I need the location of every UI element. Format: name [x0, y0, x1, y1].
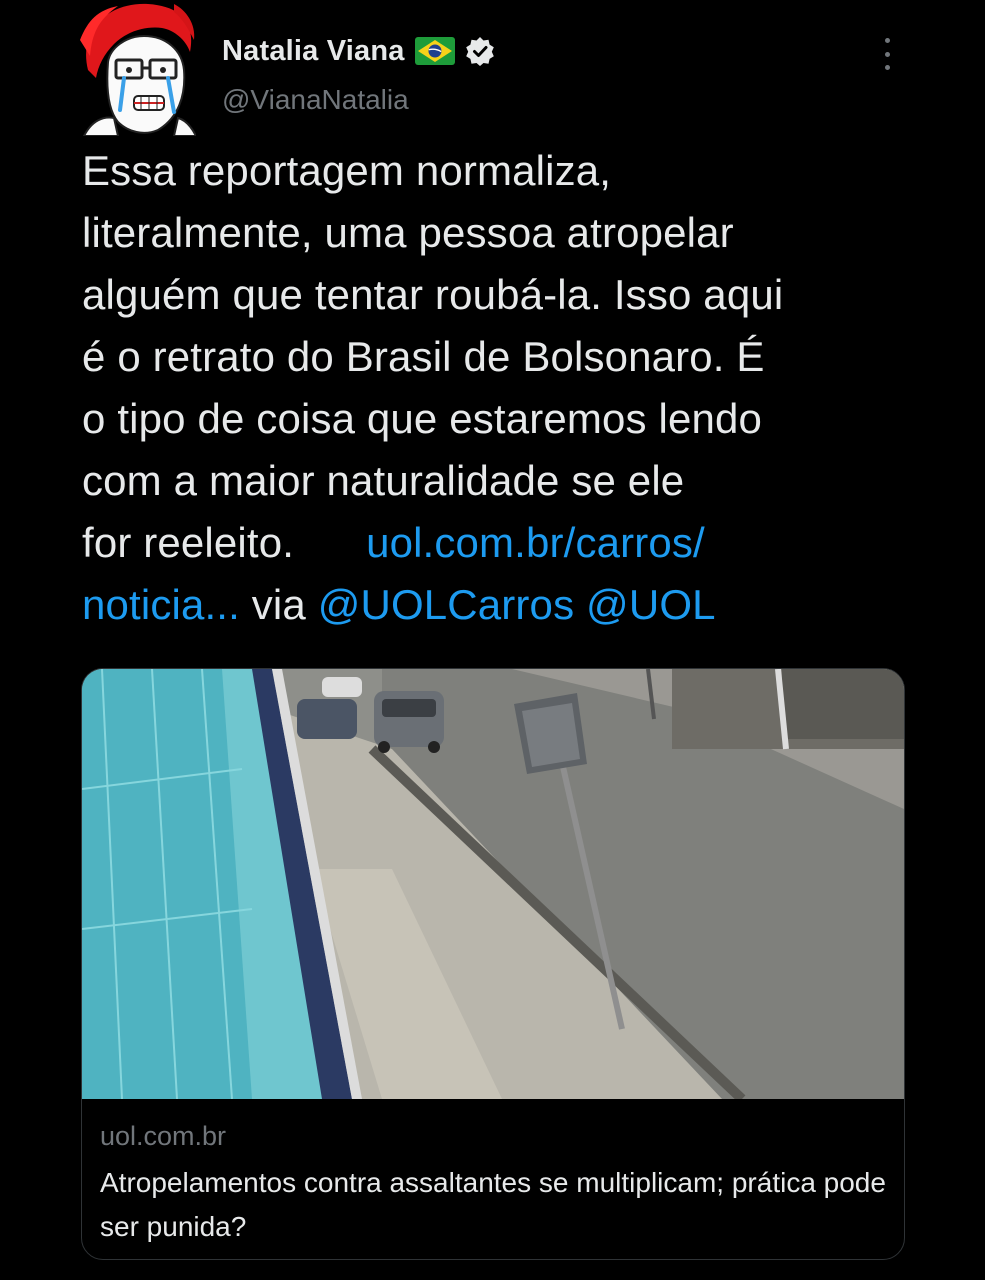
mention-uolcarros[interactable]: @UOLCarros — [318, 581, 575, 628]
avatar[interactable] — [78, 0, 196, 136]
tweet-line: literalmente, uma pessoa atropelar — [82, 209, 734, 256]
link-preview-card[interactable]: uol.com.br Atropelamentos contra assalta… — [81, 668, 905, 1260]
via-text: via — [239, 581, 318, 628]
street-cctv-photo — [82, 669, 904, 1099]
tweet-line: é o retrato do Brasil de Bolsonaro. É — [82, 333, 765, 380]
article-link[interactable]: uol.com.br/carros/ — [366, 519, 705, 566]
card-domain: uol.com.br — [100, 1121, 227, 1151]
author-name-row[interactable]: Natalia Viana — [222, 30, 495, 72]
more-options-icon[interactable] — [872, 36, 902, 72]
card-title: Atropelamentos contra assaltantes se mul… — [100, 1167, 886, 1242]
tweet-line: Essa reportagem normaliza, — [82, 147, 612, 194]
article-link-continued[interactable]: noticia... — [82, 581, 240, 628]
avatar-illustration — [78, 0, 196, 136]
author-handle[interactable]: @VianaNatalia — [222, 84, 409, 116]
tweet-line: alguém que tentar roubá-la. Isso aqui — [82, 271, 784, 318]
author-display-name[interactable]: Natalia Viana — [222, 35, 405, 68]
tweet-line: noticia... via @UOLCarros @UOL — [82, 574, 922, 636]
brazil-flag-icon — [414, 37, 455, 65]
tweet-line: com a maior naturalidade se ele — [82, 457, 685, 504]
tweet-line: o tipo de coisa que estaremos lendo — [82, 395, 763, 442]
tweet-line-text: for reeleito. — [82, 519, 295, 566]
verified-badge-icon — [465, 36, 495, 66]
tweet-text: Essa reportagem normaliza, literalmente,… — [82, 140, 922, 636]
mention-uol[interactable]: @UOL — [586, 581, 716, 628]
tweet-line: for reeleito. uol.com.br/carros/ — [82, 512, 922, 574]
